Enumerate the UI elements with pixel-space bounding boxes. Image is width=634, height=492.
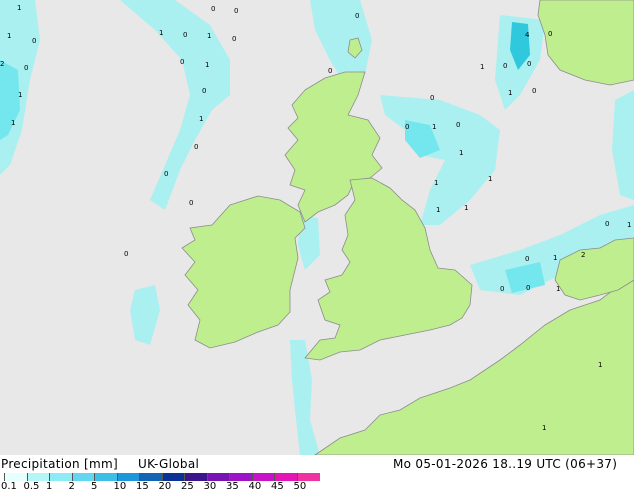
value-label: 0 (211, 5, 215, 13)
value-label: 1 (459, 149, 463, 157)
legend-footer: Precipitation [mm] UK-Global Mo 05-01-20… (0, 455, 634, 492)
colorbar-segment (161, 473, 185, 481)
value-label: 1 (207, 32, 211, 40)
value-label: 0 (202, 87, 206, 95)
value-label: 1 (205, 61, 209, 69)
value-label: 0 (605, 220, 609, 228)
value-label: 4 (525, 31, 530, 39)
value-label: 1 (7, 32, 11, 40)
colorbar-segment (4, 473, 28, 481)
value-label: 0 (180, 58, 184, 66)
legend-title: Precipitation [mm] (1, 457, 118, 471)
value-label: 0 (232, 35, 236, 43)
value-label: 1 (11, 119, 15, 127)
value-label: 1 (488, 175, 492, 183)
colorbar-segment (251, 473, 275, 481)
value-label: 1 (436, 206, 440, 214)
value-label: 0 (405, 123, 409, 131)
value-label: 0 (548, 30, 552, 38)
value-label: 1 (17, 4, 21, 12)
valid-datetime: Mo 05-01-2026 18..19 UTC (06+37) (393, 457, 618, 471)
value-label: 0 (32, 37, 36, 45)
value-label: 1 (159, 29, 163, 37)
colorbar-segment (206, 473, 230, 481)
colorbar-segment (94, 473, 118, 481)
value-label: 1 (553, 254, 557, 262)
value-label: 1 (199, 115, 203, 123)
value-label: 0 (234, 7, 238, 15)
value-label: 0 (328, 67, 332, 75)
colorbar-tick-label: 15 (136, 481, 149, 492)
colorbar-tick-label: 30 (203, 481, 217, 492)
value-label: 0 (456, 121, 460, 129)
colorbar-segment (139, 473, 163, 481)
colorbar-segment (184, 473, 208, 481)
value-label: 0 (194, 143, 198, 151)
value-label: 2 (581, 251, 585, 259)
colorbar-segment (229, 473, 253, 481)
colorbar-tick-label: 1 (46, 481, 53, 492)
value-label: 1 (432, 123, 436, 131)
value-label: 1 (542, 424, 546, 432)
colorbar-tick-label: 45 (271, 481, 284, 492)
colorbar-tick-label: 2 (68, 481, 75, 492)
value-label: 1 (18, 91, 22, 99)
value-label: 1 (627, 221, 631, 229)
value-label: 0 (189, 199, 193, 207)
colorbar-tick-label: 35 (226, 481, 239, 492)
colorbar-tick-label: 5 (91, 481, 98, 492)
colorbar-segment (71, 473, 95, 481)
value-label: 1 (598, 361, 602, 369)
colorbar-tick-label: 40 (248, 481, 262, 492)
precipitation-map: 1 0 0 1 0 1 0 2 0 1 0 1 0 1 0 1 1 0 0 4 … (0, 0, 634, 456)
colorbar-tick-label: 25 (181, 481, 194, 492)
value-label: 2 (0, 60, 4, 68)
value-label: 0 (527, 60, 531, 68)
colorbar-tick-label: 0.5 (23, 481, 40, 492)
colorbar-tick-label: 10 (113, 481, 127, 492)
value-label: 0 (24, 64, 28, 72)
value-label: 0 (526, 284, 530, 292)
value-label: 0 (355, 12, 359, 20)
colorbar-segment (26, 473, 50, 481)
value-label: 1 (556, 285, 560, 293)
colorbar-tick-label: 20 (158, 481, 172, 492)
colorbar-segment (49, 473, 73, 481)
value-label: 0 (500, 285, 504, 293)
colorbar-segment (296, 473, 320, 481)
value-label: 0 (532, 87, 536, 95)
value-label: 0 (124, 250, 128, 258)
colorbar-tick-label: 0.1 (1, 481, 17, 492)
value-label: 1 (434, 179, 438, 187)
value-label: 1 (480, 63, 484, 71)
colorbar-segment (274, 473, 298, 481)
colorbar-tick-label: 50 (293, 481, 307, 492)
value-label: 0 (525, 255, 529, 263)
value-label: 1 (464, 204, 468, 212)
value-label: 0 (183, 31, 187, 39)
model-name: UK-Global (138, 457, 200, 471)
value-label: 1 (508, 89, 512, 97)
colorbar-segment (116, 473, 140, 481)
value-label: 0 (164, 170, 168, 178)
value-label: 0 (503, 62, 507, 70)
value-label: 0 (430, 94, 434, 102)
